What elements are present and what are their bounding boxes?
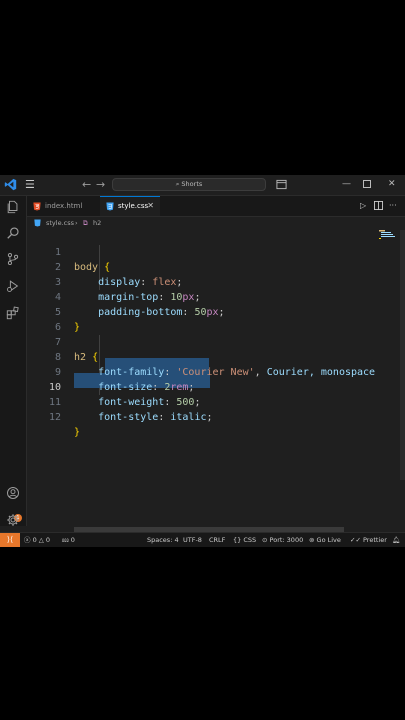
status-bar: ⟩⟨ ⓧ 0 △ 0 ⅏ 0 Spaces: 4 UTF-8 CRLF {} C…: [0, 532, 405, 547]
warning-icon: △: [38, 536, 44, 544]
breadcrumb-symbol[interactable]: h2: [93, 216, 101, 230]
tab-label: index.html: [45, 202, 83, 210]
manage-gear-icon[interactable]: [6, 513, 20, 527]
layout-toggle-icon[interactable]: [276, 179, 287, 190]
prettier-status[interactable]: ✓✓ Prettier: [350, 533, 387, 547]
code-line: 7 h2 {: [54, 337, 99, 363]
ports-indicator[interactable]: ⅏ 0: [62, 533, 75, 547]
hamburger-menu-icon[interactable]: ☰: [25, 179, 35, 190]
vertical-scrollbar[interactable]: [400, 230, 405, 480]
code-line: 12 }: [48, 412, 81, 438]
run-debug-icon[interactable]: [6, 279, 20, 293]
source-control-icon[interactable]: [6, 252, 20, 266]
notifications-bell-icon[interactable]: 🔔︎: [392, 533, 400, 547]
maximize-icon[interactable]: [363, 180, 371, 188]
code-line: 5 }: [54, 307, 81, 333]
language-mode-selector[interactable]: {} CSS: [233, 533, 256, 547]
minimap[interactable]: [377, 230, 399, 526]
indentation-selector[interactable]: Spaces: 4: [147, 533, 179, 547]
split-editor-icon[interactable]: [374, 201, 383, 210]
encoding-selector[interactable]: UTF-8: [183, 533, 202, 547]
remote-indicator-icon[interactable]: ⟩⟨: [0, 533, 20, 547]
minimize-icon[interactable]: —: [342, 178, 351, 191]
problems-indicator[interactable]: ⓧ 0 △ 0: [24, 533, 50, 547]
html5-icon: [33, 202, 41, 210]
breadcrumb-file[interactable]: style.css: [46, 216, 74, 230]
live-server-port[interactable]: ⊙ Port: 3000: [262, 533, 303, 547]
search-icon[interactable]: [6, 226, 20, 240]
command-center-search[interactable]: ⌕ Shorts: [112, 178, 266, 191]
accounts-icon[interactable]: [6, 486, 20, 500]
lock-icon: ⊙: [262, 536, 268, 544]
editor-tab-bar: index.html style.css ✕ ▷ ···: [27, 196, 405, 217]
vscode-window: ☰ ← → ⌕ Shorts — ✕ 1 index.html style.cs…: [0, 175, 405, 547]
chevron-right-icon: ›: [75, 219, 78, 227]
code-line: 1 body {: [54, 247, 111, 273]
css3-icon: [34, 219, 41, 227]
activity-bar: 1: [0, 196, 27, 526]
close-icon[interactable]: ✕: [147, 197, 154, 215]
more-actions-icon[interactable]: ···: [389, 201, 397, 211]
css3-icon: [106, 202, 114, 210]
tab-label: style.css: [118, 202, 149, 210]
tab-style-css[interactable]: style.css ✕: [100, 196, 160, 216]
braces-icon: {}: [233, 536, 242, 544]
symbol-icon: ⧉: [83, 219, 88, 227]
breadcrumb: style.css › ⧉ h2: [27, 216, 405, 230]
code-line: 8 font-family: 'Courier New', Courier, m…: [54, 352, 376, 378]
run-file-icon[interactable]: ▷: [360, 201, 366, 211]
extensions-icon[interactable]: [6, 306, 20, 320]
files-explorer-icon[interactable]: [6, 200, 20, 214]
code-line: 4 padding-bottom: 50px;: [54, 292, 225, 318]
code-line: 3 margin-top: 10px;: [54, 277, 201, 303]
code-line-current: 10 font-weight: 500;: [48, 382, 201, 408]
eol-selector[interactable]: CRLF: [209, 533, 225, 547]
arrow-right-icon[interactable]: →: [96, 178, 105, 191]
arrow-left-icon[interactable]: ←: [82, 178, 91, 191]
code-line: 6: [54, 322, 61, 333]
code-editor[interactable]: 1 body { 2 display: flex; 3 margin-top: …: [27, 230, 405, 533]
go-live-button[interactable]: ⊚ Go Live: [309, 533, 341, 547]
title-bar: ☰ ← → ⌕ Shorts — ✕: [0, 175, 405, 196]
close-window-icon[interactable]: ✕: [388, 178, 396, 191]
code-line: 2 display: flex;: [54, 262, 183, 288]
code-line: 9 font-size: 2rem;: [54, 367, 195, 393]
broadcast-icon: ⅏: [62, 536, 69, 544]
code-line: 11 font-style: italic;: [48, 397, 213, 423]
broadcast-icon: ⊚: [309, 536, 315, 544]
vscode-logo-icon: [4, 178, 17, 191]
check-icon: ✓✓: [350, 536, 361, 544]
tab-index-html[interactable]: index.html: [27, 196, 99, 216]
error-icon: ⓧ: [24, 536, 31, 544]
